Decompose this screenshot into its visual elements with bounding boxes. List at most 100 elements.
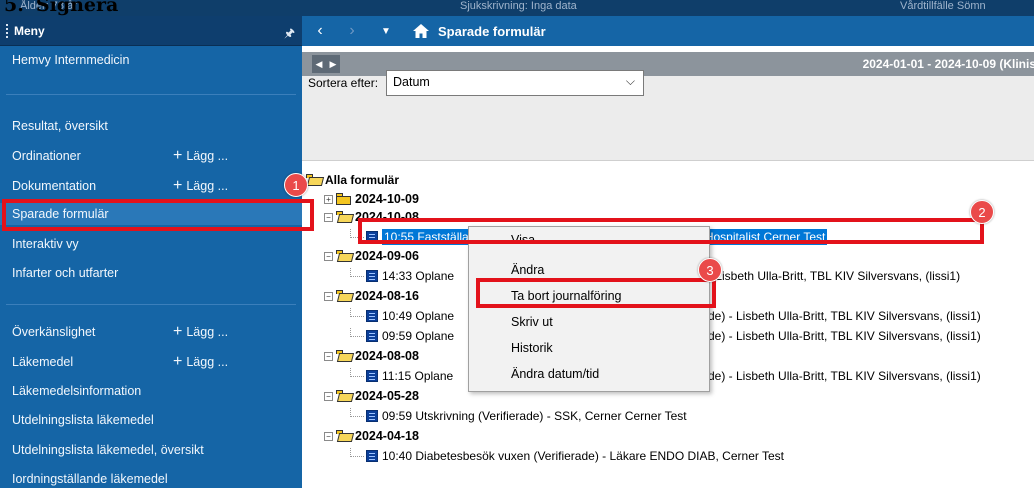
plus-icon: +: [173, 323, 183, 340]
sidebar-item-label: Infarter och utfarter: [12, 266, 119, 280]
menu-item-change-datetime[interactable]: Ändra datum/tid: [511, 367, 599, 381]
tree-root-label: Alla formulär: [325, 173, 400, 187]
add-allergy-button[interactable]: + Lägg ...: [173, 323, 228, 340]
main-toolbar: ‹ › ▼ Sparade formulär: [302, 16, 1034, 46]
sidebar-divider: [6, 94, 296, 95]
sidebar-item-results[interactable]: Resultat, översikt: [0, 115, 302, 137]
form-entry[interactable]: 14:33 Oplane: [350, 267, 454, 285]
menu-item-print[interactable]: Skriv ut: [511, 315, 553, 329]
entry-tail: de) - Lisbeth Ulla-Britt, TBL KIV Silver…: [708, 309, 981, 323]
drag-grip-icon[interactable]: [6, 23, 8, 38]
form-document-icon: [366, 370, 378, 382]
sidebar-item-label: Iordningställande läkemedel: [12, 472, 168, 486]
date-range-text: 2024-01-01 - 2024-10-09 (Klinis: [862, 57, 1034, 71]
menu-item-edit[interactable]: Ändra: [511, 263, 544, 277]
form-entry[interactable]: 11:15 Oplane: [350, 367, 453, 385]
menu-item-history[interactable]: Historik: [511, 341, 553, 355]
form-entry[interactable]: 10:49 Oplane: [350, 307, 454, 325]
collapse-icon[interactable]: −: [324, 251, 333, 261]
expand-icon[interactable]: +: [324, 194, 333, 204]
scroll-left-icon[interactable]: ◀: [316, 59, 323, 70]
tree-connector: [350, 267, 364, 277]
tree-root-node[interactable]: Alla formulär: [306, 171, 399, 189]
entry-text: 10:49 Oplane: [382, 309, 455, 323]
form-document-icon: [366, 270, 378, 282]
add-order-button[interactable]: + Lägg ...: [173, 148, 229, 164]
date-node[interactable]: − 2024-09-06: [324, 247, 419, 265]
date-node[interactable]: − 2024-04-18: [324, 427, 419, 445]
step-marker-1: 1: [284, 173, 308, 197]
date-node[interactable]: + 2024-10-09: [324, 190, 419, 208]
sidebar-item-label: Hemvy Internmedicin: [12, 53, 130, 67]
sidebar-item-documentation[interactable]: Dokumentation + Lägg ...: [0, 175, 302, 197]
history-dropdown-icon[interactable]: ▼: [376, 26, 396, 37]
pin-icon[interactable]: 🖈: [284, 24, 295, 45]
add-label: Lägg ...: [186, 179, 229, 193]
sidebar-item-label: Interaktiv vy: [12, 237, 79, 251]
add-label: Lägg ...: [186, 149, 229, 163]
date-node[interactable]: − 2024-08-08: [324, 347, 419, 365]
open-folder-icon: [336, 290, 355, 302]
back-arrow-icon[interactable]: ‹: [310, 22, 330, 40]
home-icon[interactable]: [412, 23, 430, 39]
open-folder-icon: [336, 430, 355, 442]
highlight-selected-entry: [358, 218, 984, 244]
collapse-icon[interactable]: −: [324, 212, 333, 222]
sidebar-item-orders[interactable]: Ordinationer + Lägg ...: [0, 145, 302, 167]
form-entry[interactable]: 09:59 Utskrivning (Verifierade) - SSK, C…: [350, 407, 687, 425]
sidebar-item-medication-info[interactable]: Läkemedelsinformation: [0, 380, 302, 402]
entry-tail: de) - Lisbeth Ulla-Britt, TBL KIV Silver…: [708, 329, 981, 343]
form-entry[interactable]: 10:40 Diabetesbesök vuxen (Verifierade) …: [350, 447, 784, 465]
chevron-down-icon: ⌵: [625, 74, 635, 88]
entry-text: 09:59 Oplane: [382, 329, 455, 343]
date-label: 2024-09-06: [355, 249, 419, 263]
sidebar-item-dispensing-overview[interactable]: Utdelningslista läkemedel, översikt: [0, 439, 302, 461]
form-entry[interactable]: 09:59 Oplane: [350, 327, 454, 345]
sidebar-item-allergies[interactable]: Överkänslighet + Lägg ...: [0, 321, 302, 343]
date-node[interactable]: − 2024-05-28: [324, 387, 419, 405]
form-document-icon: [366, 410, 378, 422]
sidebar-header: Meny: [0, 16, 302, 46]
sort-select-value: Datum: [393, 75, 430, 89]
sidebar-item-dispensing-list[interactable]: Utdelningslista läkemedel: [0, 409, 302, 431]
add-medication-button[interactable]: + Lägg ...: [173, 353, 229, 370]
add-documentation-button[interactable]: + Lägg ...: [173, 178, 229, 194]
add-label: Lägg ...: [186, 355, 229, 369]
date-label: 2024-08-16: [355, 289, 419, 303]
collapse-icon[interactable]: −: [324, 351, 333, 361]
date-scroll-buttons[interactable]: ◀ ▶: [312, 55, 340, 73]
date-label: 2024-04-18: [355, 429, 419, 443]
page-heading: 5. Signera: [4, 0, 118, 16]
sidebar-item-interactive-view[interactable]: Interaktiv vy: [0, 233, 302, 255]
patient-info-strip: Ålder: 78 år Sjukskrivning: Inga data Vå…: [0, 0, 1034, 16]
scroll-right-icon[interactable]: ▶: [330, 59, 337, 70]
date-node[interactable]: − 2024-08-16: [324, 287, 419, 305]
tree-connector: [350, 447, 364, 457]
main-title: Sparade formulär: [438, 23, 546, 39]
collapse-icon[interactable]: −: [324, 291, 333, 301]
folder-icon: [336, 193, 352, 205]
sidebar-item-preparation[interactable]: Iordningställande läkemedel: [0, 468, 302, 488]
sidebar-item-label: Läkemedel: [12, 355, 74, 369]
sidebar-divider: [6, 304, 296, 305]
sidebar-item-label: Ordinationer: [12, 149, 81, 163]
highlight-delete-record: [476, 278, 716, 308]
screenshot-root: Ålder: 78 år Sjukskrivning: Inga data Vå…: [0, 0, 1034, 488]
entry-text: 14:33 Oplane: [382, 269, 455, 283]
open-folder-icon: [306, 174, 325, 186]
collapse-icon[interactable]: −: [324, 431, 333, 441]
sort-select[interactable]: Datum ⌵: [386, 70, 644, 96]
date-label: 2024-10-09: [355, 192, 419, 206]
collapse-icon[interactable]: −: [324, 391, 333, 401]
sidebar-item-label: Utdelningslista läkemedel, översikt: [12, 443, 204, 457]
date-label: 2024-08-08: [355, 349, 419, 363]
tree-connector: [350, 407, 364, 417]
form-document-icon: [366, 310, 378, 322]
plus-icon: +: [173, 353, 183, 370]
forward-arrow-icon[interactable]: ›: [342, 22, 362, 40]
highlight-saved-forms: [2, 199, 314, 231]
sidebar-item-medications[interactable]: Läkemedel + Lägg ...: [0, 351, 302, 373]
sidebar-item-label: Resultat, översikt: [12, 119, 108, 133]
sidebar-item-lines-drains[interactable]: Infarter och utfarter: [0, 262, 302, 284]
sidebar-item-hemvy[interactable]: Hemvy Internmedicin: [0, 49, 302, 71]
